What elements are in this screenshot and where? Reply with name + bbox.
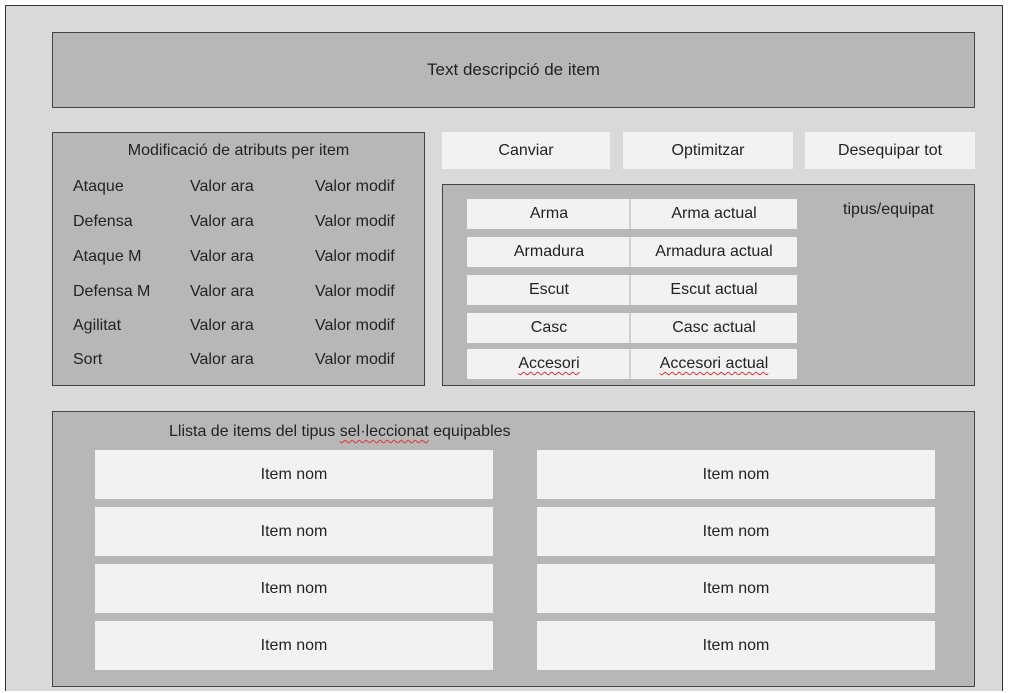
attribute-current-value: Valor ara	[190, 213, 254, 230]
item-list-entry[interactable]: Item nom	[95, 621, 493, 670]
attribute-current-value: Valor ara	[190, 317, 254, 334]
item-list-title-end: equipables	[428, 423, 511, 440]
equipment-slot-helmet[interactable]: Casc Casc actual	[467, 313, 797, 343]
window-frame: Text descripció de item Modificació de a…	[5, 5, 1003, 691]
equipment-slot-shield[interactable]: Escut Escut actual	[467, 275, 797, 305]
equipment-slot-armor[interactable]: Armadura Armadura actual	[467, 237, 797, 267]
unequip-all-button[interactable]: Desequipar tot	[805, 132, 975, 169]
attribute-name: Agilitat	[73, 317, 122, 334]
equipment-slot-accessory[interactable]: Accesori Accesori actual	[467, 349, 797, 379]
item-list-title-misspelled-word: sel·leccionat	[339, 423, 429, 440]
attribute-current-value: Valor ara	[190, 351, 254, 368]
item-list-entry[interactable]: Item nom	[95, 450, 493, 499]
slot-name: Casc	[530, 319, 568, 336]
attribute-name: Ataque	[73, 178, 124, 195]
item-description-panel: Text descripció de item	[52, 32, 975, 108]
item-list-entry[interactable]: Item nom	[95, 507, 493, 556]
slot-current-item-text: Accesori actual	[659, 355, 769, 372]
slot-name: Armadura	[513, 243, 585, 260]
item-list-entry[interactable]: Item nom	[537, 564, 935, 613]
slot-current-item: Armadura actual	[655, 243, 773, 260]
slot-name: Escut	[528, 281, 569, 298]
attribute-current-value: Valor ara	[190, 248, 254, 265]
slot-current-item: Casc actual	[672, 319, 756, 336]
optimize-button[interactable]: Optimitzar	[623, 132, 793, 169]
attribute-name: Defensa M	[73, 283, 151, 300]
attribute-panel-title: Modificació de atributs per item	[127, 142, 350, 159]
attribute-current-value: Valor ara	[190, 178, 254, 195]
item-list-title: Llista de items del tipus sel·leccionat …	[169, 423, 511, 441]
equipment-panel: tipus/equipat Arma Arma actual Armadura …	[442, 184, 975, 386]
attribute-modified-value: Valor modif	[315, 248, 395, 265]
change-button[interactable]: Canviar	[442, 132, 610, 169]
attribute-modified-value: Valor modif	[315, 317, 395, 334]
attribute-name: Defensa	[73, 213, 133, 230]
item-description-text: Text descripció de item	[427, 60, 600, 79]
item-list-entry[interactable]: Item nom	[537, 450, 935, 499]
equipment-type-label: tipus/equipat	[843, 201, 934, 218]
slot-current-item: Escut actual	[670, 281, 758, 298]
item-list-entry[interactable]: Item nom	[537, 621, 935, 670]
attribute-modified-value: Valor modif	[315, 178, 395, 195]
attribute-current-value: Valor ara	[190, 283, 254, 300]
attribute-modified-value: Valor modif	[315, 351, 395, 368]
attribute-modified-value: Valor modif	[315, 213, 395, 230]
slot-current-item: Accesori actual	[631, 355, 797, 373]
item-list-entry[interactable]: Item nom	[95, 564, 493, 613]
attribute-modified-value: Valor modif	[315, 283, 395, 300]
slot-current-item: Arma actual	[671, 205, 757, 222]
attribute-name: Ataque M	[73, 248, 142, 265]
attribute-name: Sort	[73, 351, 103, 368]
item-list-entry[interactable]: Item nom	[537, 507, 935, 556]
slot-name: Accesori	[518, 355, 580, 372]
attribute-modification-panel: Modificació de atributs per item Ataque …	[52, 132, 425, 386]
equipable-items-panel: Llista de items del tipus sel·leccionat …	[52, 411, 975, 687]
slot-name: Arma	[529, 205, 569, 222]
equipment-slot-weapon[interactable]: Arma Arma actual	[467, 199, 797, 229]
item-list-title-start: Llista de items del tipus	[169, 423, 340, 440]
